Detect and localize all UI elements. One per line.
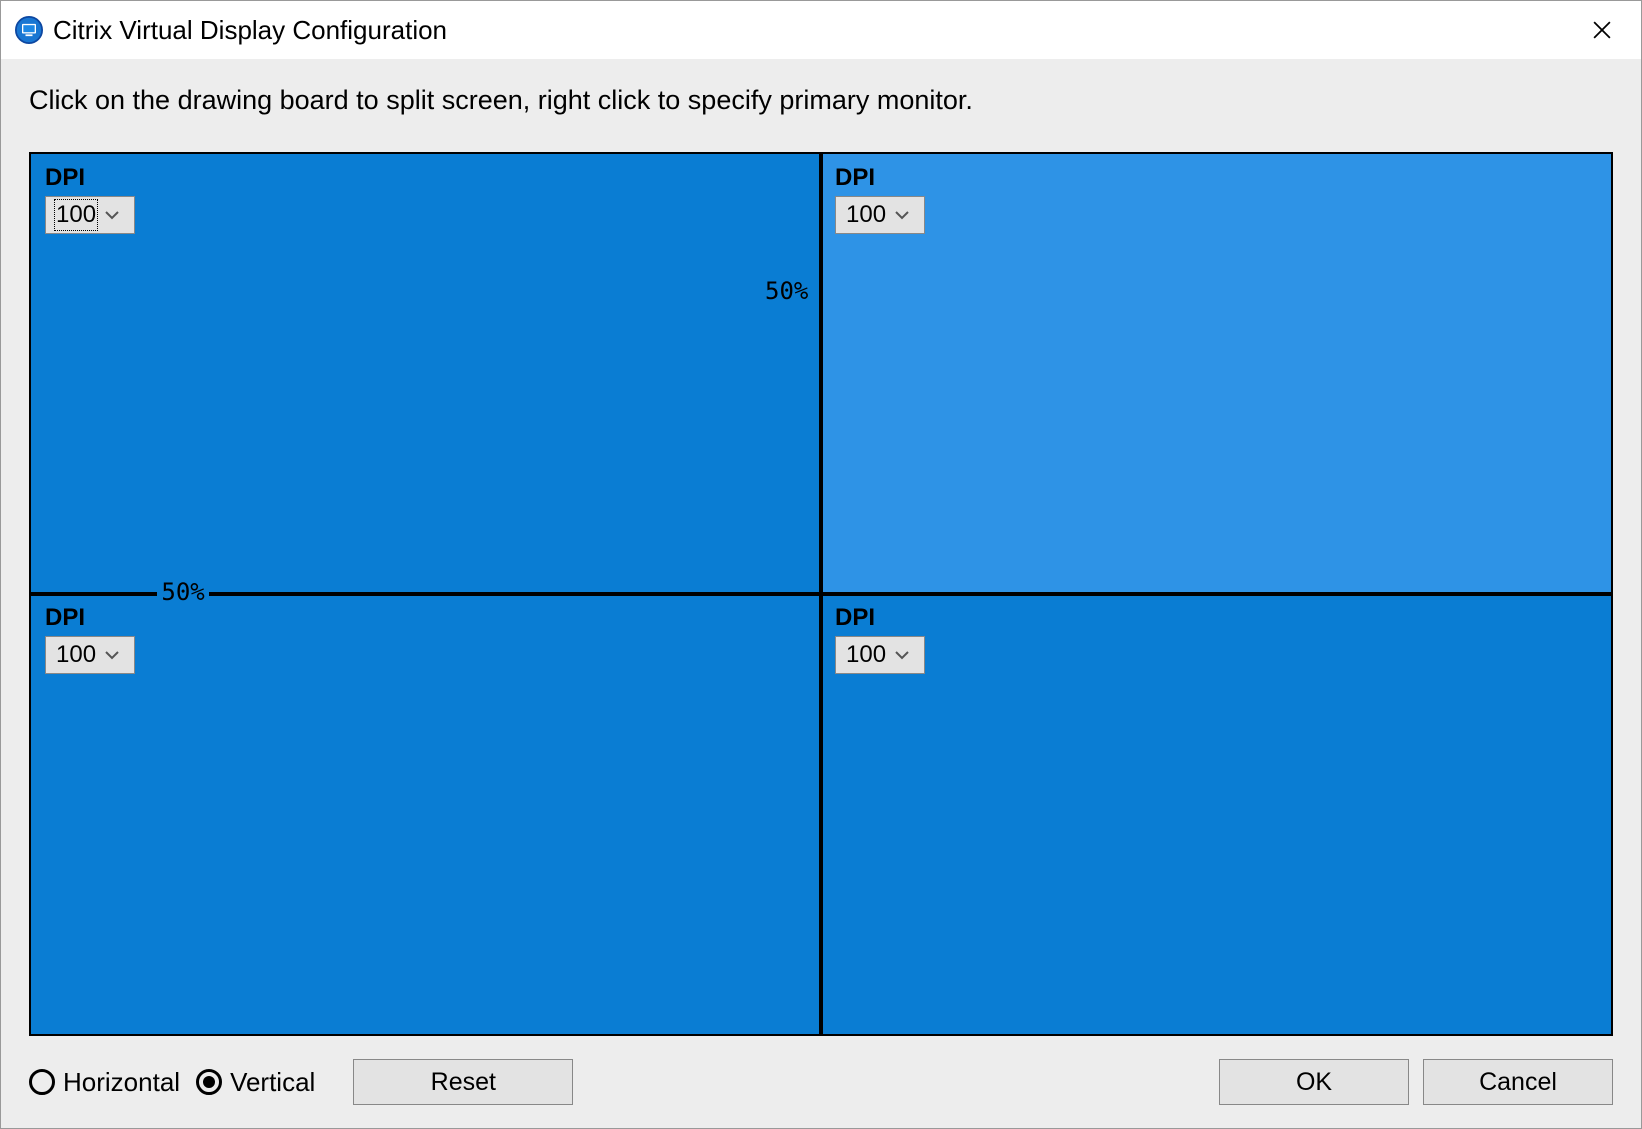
dpi-label: DPI <box>835 604 1597 632</box>
close-button[interactable] <box>1577 5 1627 55</box>
drawing-board[interactable]: DPI 100 DPI 100 <box>29 152 1613 1036</box>
close-icon <box>1593 21 1611 39</box>
orientation-radio-group: Horizontal Vertical <box>29 1067 325 1098</box>
radio-vertical[interactable]: Vertical <box>196 1067 315 1098</box>
dpi-value: 100 <box>56 641 96 669</box>
dpi-select-bottom-right[interactable]: 100 <box>835 636 925 674</box>
chevron-down-icon <box>104 647 120 663</box>
chevron-down-icon <box>894 207 910 223</box>
instruction-text: Click on the drawing board to split scre… <box>29 85 1613 116</box>
ok-button[interactable]: OK <box>1219 1059 1409 1105</box>
dpi-value: 100 <box>846 641 886 669</box>
radio-horizontal[interactable]: Horizontal <box>29 1067 180 1098</box>
horizontal-split-percent: 50% <box>157 578 208 606</box>
dpi-select-bottom-left[interactable]: 100 <box>45 636 135 674</box>
monitor-region-bottom-left[interactable]: DPI 100 <box>31 594 821 1034</box>
dpi-value: 100 <box>56 201 96 229</box>
vertical-split-percent: 50% <box>761 277 812 305</box>
radio-horizontal-label: Horizontal <box>63 1067 180 1098</box>
radio-circle-icon <box>29 1069 55 1095</box>
app-icon <box>15 16 43 44</box>
radio-circle-icon <box>196 1069 222 1095</box>
configuration-window: Citrix Virtual Display Configuration Cli… <box>0 0 1642 1129</box>
reset-button[interactable]: Reset <box>353 1059 573 1105</box>
chevron-down-icon <box>104 207 120 223</box>
dpi-label: DPI <box>45 604 807 632</box>
window-title: Citrix Virtual Display Configuration <box>53 15 1577 46</box>
footer: Horizontal Vertical Reset OK Cancel <box>29 1056 1613 1108</box>
monitor-region-top-left[interactable]: DPI 100 <box>31 154 821 594</box>
monitor-region-bottom-right[interactable]: DPI 100 <box>821 594 1611 1034</box>
dpi-label: DPI <box>835 164 1597 192</box>
radio-vertical-label: Vertical <box>230 1067 315 1098</box>
content-area: Click on the drawing board to split scre… <box>1 59 1641 1128</box>
radio-dot-icon <box>203 1076 215 1088</box>
dpi-value: 100 <box>846 201 886 229</box>
chevron-down-icon <box>894 647 910 663</box>
titlebar: Citrix Virtual Display Configuration <box>1 1 1641 59</box>
dpi-select-top-left[interactable]: 100 <box>45 196 135 234</box>
dpi-select-top-right[interactable]: 100 <box>835 196 925 234</box>
monitor-region-top-right[interactable]: DPI 100 <box>821 154 1611 594</box>
horizontal-split-line[interactable] <box>31 592 1611 596</box>
cancel-button[interactable]: Cancel <box>1423 1059 1613 1105</box>
board-inner: DPI 100 DPI 100 <box>31 154 1611 1034</box>
dpi-label: DPI <box>45 164 807 192</box>
